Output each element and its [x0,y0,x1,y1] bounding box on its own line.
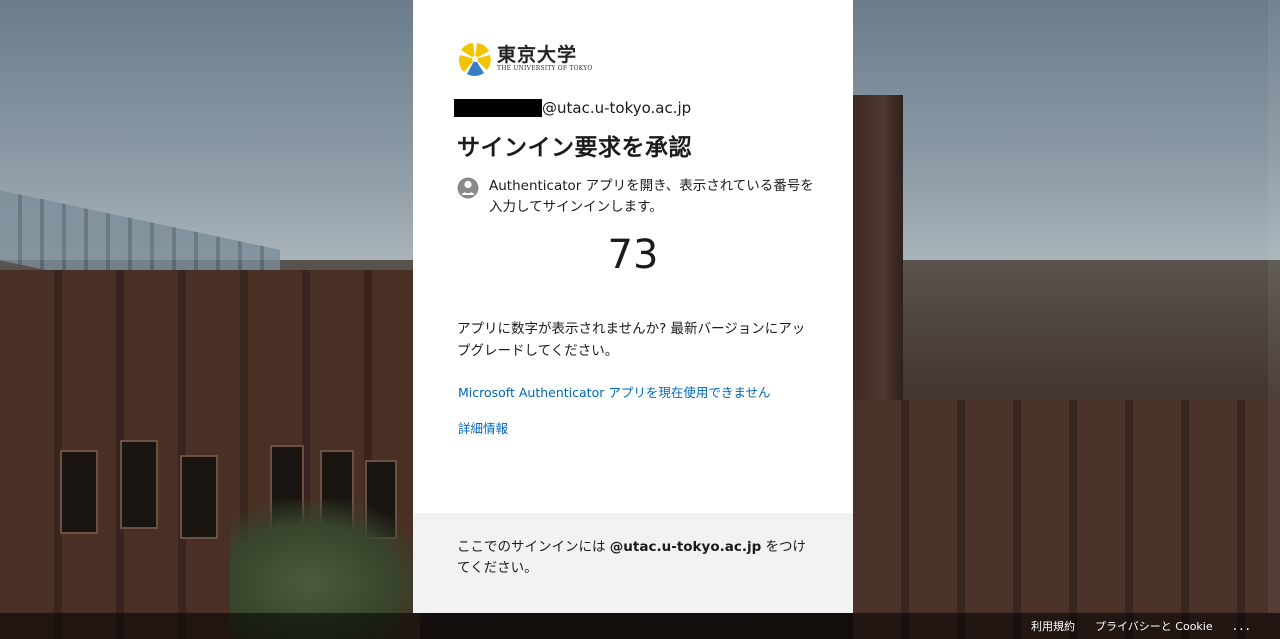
redacted-username [454,99,542,117]
background-building-right [853,400,1280,639]
email-domain: @utac.u-tokyo.ac.jp [542,99,692,117]
background-window [180,455,218,539]
privacy-cookie-link[interactable]: プライバシーと Cookie [1095,618,1213,634]
hint-domain: @utac.u-tokyo.ac.jp [609,539,762,555]
more-info-link[interactable]: 詳細情報 [458,418,508,437]
sign-in-panel: 東京大学 THE UNIVERSITY OF TOKYO @utac.u-tok… [413,0,853,613]
cannot-use-authenticator-link[interactable]: Microsoft Authenticator アプリを現在使用できません [458,382,770,401]
upgrade-text: アプリに数字が表示されませんか? 最新バージョンにアップグレードしてください。 [457,321,806,359]
sign-in-hint-text: ここでのサインインには @utac.u-tokyo.ac.jp をつけてください… [457,537,817,579]
background-window [60,450,98,534]
verification-number: 73 [607,232,659,278]
ginkgo-leaf-icon [459,43,491,76]
page-title: サインイン要求を承認 [457,135,692,161]
background-window [120,440,158,529]
terms-link[interactable]: 利用規約 [1031,618,1075,634]
instruction-row: Authenticator アプリを開き、表示されている番号を入力してサインイン… [457,176,817,218]
university-logo: 東京大学 THE UNIVERSITY OF TOKYO [459,42,593,76]
account-email: @utac.u-tokyo.ac.jp [454,98,691,118]
user-lock-icon [457,177,479,199]
page-scrollbar[interactable] [1268,0,1280,613]
instruction-text: Authenticator アプリを開き、表示されている番号を入力してサインイン… [489,178,814,215]
logo-name-en: THE UNIVERSITY OF TOKYO [497,65,593,72]
more-options-button[interactable]: ... [1233,618,1252,634]
logo-name-jp: 東京大学 [497,44,578,66]
sign-in-hint-box: ここでのサインインには @utac.u-tokyo.ac.jp をつけてください… [413,513,853,613]
footer-bar: 利用規約 プライバシーと Cookie ... [0,613,1280,639]
hint-prefix: ここでのサインインには [457,539,610,555]
